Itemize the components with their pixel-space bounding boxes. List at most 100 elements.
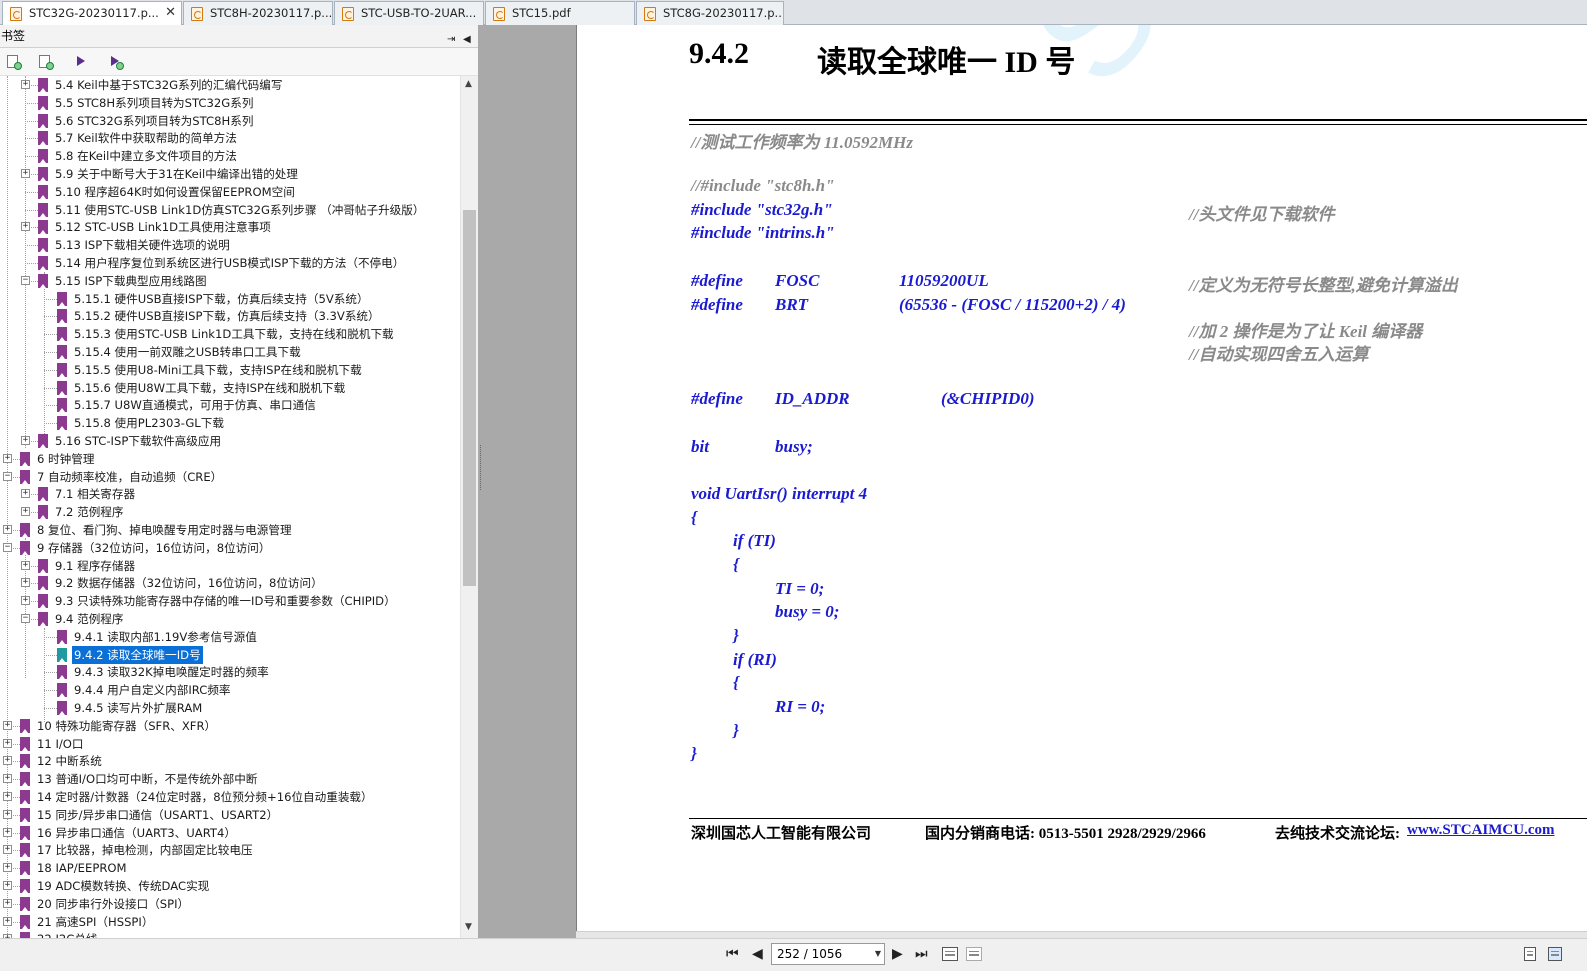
bookmark-item[interactable]: 5.15.2 硬件USB直接ISP下载，仿真后续支持（3.3V系统） xyxy=(0,307,460,325)
tab-stc15[interactable]: STC15.pdf xyxy=(485,1,635,25)
bookmark-item[interactable]: 5.15.6 使用U8W工具下载，支持ISP在线和脱机下载 xyxy=(0,379,460,397)
single-page-view-icon[interactable] xyxy=(1524,947,1536,961)
tab-stc8h[interactable]: STC8H-20230117.p... xyxy=(183,1,333,25)
chevron-down-icon[interactable]: ▼ xyxy=(875,944,881,964)
expand-node-icon[interactable]: + xyxy=(3,827,12,837)
bookmark-item[interactable]: +6 时钟管理 xyxy=(0,450,460,468)
bookmark-item[interactable]: 5.11 使用STC-USB Link1D仿真STC32G系列步骤 （冲哥帖子升… xyxy=(0,201,460,219)
tab-stc32g[interactable]: STC32G-20230117.p... ✕ xyxy=(2,1,182,26)
expand-node-icon[interactable]: + xyxy=(3,881,12,890)
bookmark-item[interactable]: 9.4.1 读取内部1.19V参考信号源值 xyxy=(0,628,460,646)
footer-forum-link[interactable]: www.STCAIMCU.com xyxy=(1407,822,1555,839)
bookmark-item[interactable]: +17 比较器，掉电检测，内部固定比较电压 xyxy=(0,841,460,859)
bookmark-item[interactable]: +9.2 数据存储器（32位访问，16位访问，8位访问） xyxy=(0,574,460,592)
forward-view-icon[interactable] xyxy=(966,947,982,961)
bookmark-item[interactable]: − 5.15 ISP下载典型应用线路图 xyxy=(0,272,460,290)
panel-splitter[interactable] xyxy=(478,25,576,939)
bookmark-item[interactable]: +16 异步串口通信（UART3、UART4） xyxy=(0,824,460,842)
expand-node-icon[interactable]: + xyxy=(3,738,12,748)
expand-node-icon[interactable]: + xyxy=(21,222,30,232)
bookmark-item[interactable]: +10 特殊功能寄存器（SFR、XFR） xyxy=(0,717,460,735)
last-page-icon[interactable]: ⏭ xyxy=(915,946,928,962)
bookmark-item[interactable]: +13 普通I/O口均可中断，不是传统外部中断 xyxy=(0,770,460,788)
bookmark-item[interactable]: 5.15.1 硬件USB直接ISP下载，仿真后续支持（5V系统） xyxy=(0,290,460,308)
bookmark-item[interactable]: +19 ADC模数转换、传统DAC实现 xyxy=(0,877,460,895)
scroll-up-icon[interactable]: ▲ xyxy=(465,79,472,89)
bookmark-item[interactable]: +12 中断系统 xyxy=(0,752,460,770)
bookmark-item[interactable]: 9.4.3 读取32K掉电唤醒定时器的频率 xyxy=(0,663,460,681)
find-bookmark-icon[interactable] xyxy=(108,54,124,70)
bookmark-item[interactable]: 5.13 ISP下载相关硬件选项的说明 xyxy=(0,236,460,254)
expand-bookmark-icon[interactable] xyxy=(6,54,22,70)
bookmark-item[interactable]: 5.8 在Keil中建立多文件项目的方法 xyxy=(0,147,460,165)
bookmark-item[interactable]: 5.15.3 使用STC-USB Link1D工具下载，支持在线和脱机下载 xyxy=(0,325,460,343)
tab-stc-usb[interactable]: STC-USB-TO-2UAR... xyxy=(334,1,484,25)
continuous-view-icon[interactable] xyxy=(1548,947,1562,961)
bookmark-item[interactable]: 9.4.4 用户自定义内部IRC频率 xyxy=(0,681,460,699)
previous-page-icon[interactable]: ◀ xyxy=(752,946,763,962)
bookmark-item[interactable]: − 9 存储器（32位访问，16位访问，8位访问） xyxy=(0,539,460,557)
expand-node-icon[interactable]: + xyxy=(3,525,12,534)
tab-stc8g[interactable]: STC8G-20230117.p... xyxy=(636,1,784,25)
bookmark-item[interactable]: +22 I2C总线 xyxy=(0,930,460,938)
bookmark-item[interactable]: +9.3 只读特殊功能寄存器中存储的唯一ID号和重要参数（CHIPID） xyxy=(0,592,460,610)
expand-node-icon[interactable]: + xyxy=(21,507,30,517)
expand-node-icon[interactable]: + xyxy=(3,845,12,855)
bookmark-item[interactable]: 5.10 程序超64K时如何设置保留EEPROM空间 xyxy=(0,183,460,201)
bookmark-item[interactable]: +5.4 Keil中基于STC32G系列的汇编代码编写 xyxy=(0,76,460,94)
collapse-node-icon[interactable]: − xyxy=(21,614,30,623)
expand-node-icon[interactable]: + xyxy=(3,792,12,801)
bookmark-item[interactable]: +18 IAP/EEPROM xyxy=(0,859,460,877)
bookmark-item[interactable]: +14 定时器/计数器（24位定时器，8位预分频+16位自动重装载） xyxy=(0,788,460,806)
scroll-down-icon[interactable]: ▼ xyxy=(465,922,472,932)
bookmark-item[interactable]: +9.1 程序存储器 xyxy=(0,557,460,575)
bookmark-item[interactable]: +7.2 范例程序 xyxy=(0,503,460,521)
bookmark-item[interactable]: +8 复位、看门狗、掉电唤醒专用定时器与电源管理 xyxy=(0,521,460,539)
bookmark-item[interactable]: − 7 自动频率校准，自动追频（CRE） xyxy=(0,468,460,486)
bookmark-item[interactable]: 5.15.7 U8W直通模式，可用于仿真、串口通信 xyxy=(0,396,460,414)
first-page-icon[interactable]: ⏮ xyxy=(726,946,739,962)
next-page-icon[interactable]: ▶ xyxy=(892,946,903,962)
expand-node-icon[interactable]: + xyxy=(3,898,12,908)
expand-node-icon[interactable]: + xyxy=(3,809,12,819)
expand-node-icon[interactable]: + xyxy=(3,756,12,766)
bookmark-item[interactable]: 5.15.5 使用U8-Mini工具下载，支持ISP在线和脱机下载 xyxy=(0,361,460,379)
bookmark-item[interactable]: 5.6 STC32G系列项目转为STC8H系列 xyxy=(0,112,460,130)
bookmarks-scrollbar[interactable]: ▲ ▼ xyxy=(460,76,478,938)
bookmark-item[interactable]: +15 同步/异步串口通信（USART1、USART2） xyxy=(0,806,460,824)
bookmark-item[interactable]: +20 同步串行外设接口（SPI） xyxy=(0,895,460,913)
expand-node-icon[interactable]: + xyxy=(21,436,30,445)
collapse-node-icon[interactable]: − xyxy=(3,542,12,552)
scroll-thumb[interactable] xyxy=(463,210,476,586)
page-number-input[interactable]: 252 / 1056 ▼ xyxy=(771,943,885,965)
expand-node-icon[interactable]: + xyxy=(21,80,30,89)
collapse-node-icon[interactable]: − xyxy=(3,471,12,481)
collapse-node-icon[interactable]: − xyxy=(21,275,30,285)
bookmark-item[interactable]: +21 高速SPI（HSSPI） xyxy=(0,913,460,931)
bookmark-item[interactable]: +5.12 STC-USB Link1D工具使用注意事项 xyxy=(0,218,460,236)
expand-node-icon[interactable]: + xyxy=(3,916,12,926)
bookmark-item[interactable]: 5.14 用户程序复位到系统区进行USB模式ISP下载的方法（不停电） xyxy=(0,254,460,272)
expand-node-icon[interactable]: + xyxy=(21,169,30,178)
bookmark-item[interactable]: 9.4.5 读写片外扩展RAM xyxy=(0,699,460,717)
expand-node-icon[interactable]: + xyxy=(21,489,30,499)
add-bookmark-icon[interactable] xyxy=(38,54,54,70)
expand-node-icon[interactable]: + xyxy=(21,596,30,606)
bookmark-item[interactable]: 5.5 STC8H系列项目转为STC32G系列 xyxy=(0,94,460,112)
bookmark-item[interactable]: 5.15.8 使用PL2303-GL下载 xyxy=(0,414,460,432)
expand-node-icon[interactable]: + xyxy=(21,560,30,570)
bookmark-item[interactable]: 5.7 Keil软件中获取帮助的简单方法 xyxy=(0,129,460,147)
bookmark-item[interactable]: +5.9 关于中断号大于31在Keil中编译出错的处理 xyxy=(0,165,460,183)
back-view-icon[interactable] xyxy=(942,947,958,961)
expand-node-icon[interactable]: + xyxy=(3,863,12,873)
goto-bookmark-icon[interactable] xyxy=(74,54,90,70)
bookmark-item[interactable]: − 9.4 范例程序 xyxy=(0,610,460,628)
bookmark-item[interactable]: +11 I/O口 xyxy=(0,735,460,753)
bookmark-item[interactable]: +7.1 相关寄存器 xyxy=(0,485,460,503)
expand-node-icon[interactable]: + xyxy=(3,453,12,463)
expand-node-icon[interactable]: + xyxy=(3,720,12,730)
bookmark-item[interactable]: 5.15.4 使用一前双雕之USB转串口工具下载 xyxy=(0,343,460,361)
bookmark-item[interactable]: +5.16 STC-ISP下载软件高级应用 xyxy=(0,432,460,450)
expand-node-icon[interactable]: + xyxy=(21,578,30,588)
bookmark-item[interactable]: 9.4.2 读取全球唯一ID号 xyxy=(0,645,460,664)
